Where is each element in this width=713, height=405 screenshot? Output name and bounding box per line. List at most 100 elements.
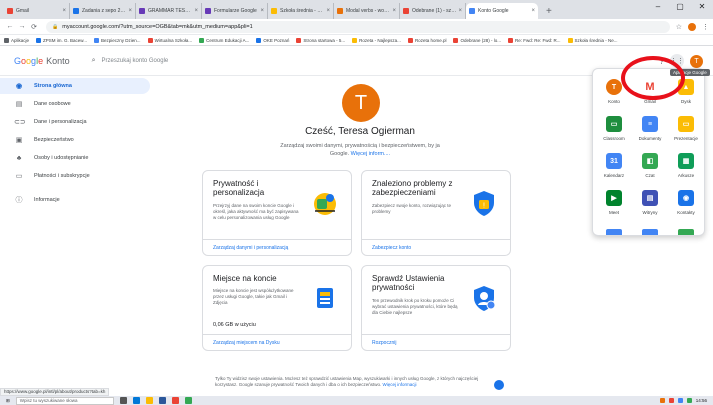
card-title: Miejsce na koncie [213,274,277,283]
tab-title: Odebrane (1) - szkoła@zs [412,8,457,14]
bookmark-icon [256,37,262,43]
bookmark-item[interactable]: Odebrane (28) - lo... [453,37,501,43]
sidebar-item[interactable]: ⊂⊃ Dane i personalizacja [0,114,180,130]
close-tab-icon[interactable]: × [392,8,396,14]
close-tab-icon[interactable]: × [62,8,66,14]
bookmark-item[interactable]: Rozeta - Najlepsza... [352,37,401,43]
minimize-button[interactable]: – [647,0,669,16]
sidebar-item[interactable]: ▭ Płatności i subskrypcje [0,168,180,184]
close-tab-icon[interactable]: × [458,8,462,14]
close-window-button[interactable]: ✕ [691,0,713,16]
sidebar-item-label: Dane i personalizacja [34,119,87,125]
close-tab-icon[interactable]: × [531,8,535,14]
app-label: Czat [645,173,655,178]
app-icon: T [606,79,622,95]
explorer-icon[interactable] [145,397,153,404]
url-input[interactable]: 🔒 myaccount.google.com/?utm_source=OGB&t… [46,20,670,33]
more-info-link[interactable]: Więcej inform.... [351,151,390,157]
bookmark-item[interactable]: OKE Poznań [256,37,289,43]
card-title: Znaleziono problemy z zabezpieczeniami [372,179,453,197]
browser-tab[interactable]: Modal verbs - worksheets× [334,3,400,19]
app-icon[interactable] [642,229,658,235]
app-icon[interactable] [606,229,622,235]
footer-more-link[interactable]: Więcej informacji [383,382,417,387]
bookmark-label: Re: Fwd: Re: Fwd: R... [515,37,561,43]
close-tab-icon[interactable]: × [260,8,264,14]
app-tile[interactable]: ≡ Dokumenty [633,116,667,141]
reload-icon[interactable]: ⟳ [28,23,40,31]
manage-storage-link[interactable]: Zarządzaj miejscem na Dysku [203,334,351,350]
secure-account-link[interactable]: Zabezpiecz konto [362,239,510,255]
tab-title: GRAMMAR TEST - UNIT 6 [148,8,192,14]
app-icon: ▶ [606,190,622,206]
bookmark-item[interactable]: Centrum Edukacji A... [199,37,249,43]
star-icon[interactable]: ☆ [676,23,682,31]
bookmark-item[interactable]: ZPSM im. G. Bacew... [36,37,87,43]
bookmark-item[interactable]: Szkoła średnia - Ne... [567,37,618,43]
app-icon[interactable] [678,229,694,235]
task-view-icon[interactable] [119,397,127,404]
privacy-checkup-card[interactable]: Sprawdź Ustawienia prywatności Ten przew… [361,265,511,351]
profile-avatar[interactable]: T [342,84,380,122]
edge-icon[interactable] [132,397,140,404]
maximize-button[interactable]: ▢ [669,0,691,16]
browser-tab[interactable]: Konto Google × [466,3,538,19]
svg-text:!: ! [483,203,485,210]
app-icon: ▭ [606,116,622,132]
bookmark-item[interactable]: Aplikacje [4,37,29,43]
storage-card[interactable]: Miejsce na koncie Miejsce na koncie jest… [202,265,352,351]
privacy-card[interactable]: Prywatność i personalizacja Przejrzyj da… [202,170,352,256]
tab-favicon-icon [139,8,145,14]
browser-tab[interactable]: Formularze Google × [202,3,268,19]
app-tile[interactable]: ▶ Meet [597,190,631,215]
chrome-icon[interactable] [171,397,179,404]
back-icon[interactable]: ← [4,23,16,30]
app-tile[interactable]: ◧ Czat [633,153,667,178]
taskbar-search-input[interactable]: Wpisz tu wyszukiwane słowa [15,396,114,405]
close-tab-icon[interactable]: × [326,8,330,14]
app-icon[interactable] [184,397,192,404]
browser-tab[interactable]: Gmail × [4,3,70,19]
tray-icon[interactable] [659,398,665,403]
bookmark-item[interactable]: Bezpieczny Dzien... [94,37,141,43]
manage-data-link[interactable]: Zarządzaj danymi i personalizacją [203,239,351,255]
new-tab-button[interactable]: + [538,3,560,19]
tray-icon[interactable] [677,398,683,403]
security-card[interactable]: Znaleziono problemy z zabezpieczeniami Z… [361,170,511,256]
browser-tab[interactable]: GRAMMAR TEST - UNIT 6× [136,3,202,19]
browser-tab[interactable]: Zadania z sepo 2020/2021× [70,3,136,19]
app-tile[interactable]: ◉ Kontakty [669,190,703,215]
app-tile[interactable]: ▤ Witryny [633,190,667,215]
start-checkup-link[interactable]: Rozpocznij [362,334,510,350]
close-tab-icon[interactable]: × [128,8,132,14]
browser-tab[interactable]: Odebrane (1) - szkoła@zs× [400,3,466,19]
search-icon: ⌕ [91,56,96,64]
tray-icon[interactable] [686,398,692,403]
sidebar-item[interactable]: ♣ Osoby i udostępnianie [0,150,180,166]
sidebar-item[interactable]: ▤ Dane osobowe [0,96,180,112]
close-tab-icon[interactable]: × [194,8,198,14]
id-card-icon: ▤ [15,101,23,108]
word-icon[interactable] [158,397,166,404]
profile-icon[interactable] [688,22,696,31]
start-button[interactable]: ⊞ [6,398,10,404]
sidebar-item[interactable]: ⓘ Informacje [0,192,180,208]
tray-icon[interactable] [668,398,674,403]
sidebar-item[interactable]: ▣ Bezpieczeństwo [0,132,180,148]
account-search-input[interactable]: ⌕ Przeszukaj konto Google [92,57,312,65]
app-tile[interactable]: ▦ Arkusze [669,153,703,178]
bookmark-item[interactable]: Re: Fwd: Re: Fwd: R... [508,37,561,43]
app-tile[interactable]: 31 Kalendarz [597,153,631,178]
menu-icon[interactable]: ⋮ [702,23,709,31]
forward-icon[interactable]: → [16,23,28,30]
bookmark-item[interactable]: Rozeta home.pl [407,37,446,43]
app-tile[interactable]: ▭ Classroom [597,116,631,141]
app-tile[interactable]: ▭ Prezentacje [669,116,703,141]
avatar[interactable]: T [690,54,703,68]
browser-tab[interactable]: Szkoła średnia - Nowe Emo× [268,3,334,19]
sidebar-item-label: Strona główna [34,83,72,89]
bookmark-item[interactable]: Strona startowa - 5... [296,37,345,43]
sidebar-item[interactable]: ◉ Strona główna [0,78,150,94]
google-konto-logo[interactable]: Google Konto [14,56,70,66]
bookmark-item[interactable]: Wirtualna Szkoła... [147,37,192,43]
